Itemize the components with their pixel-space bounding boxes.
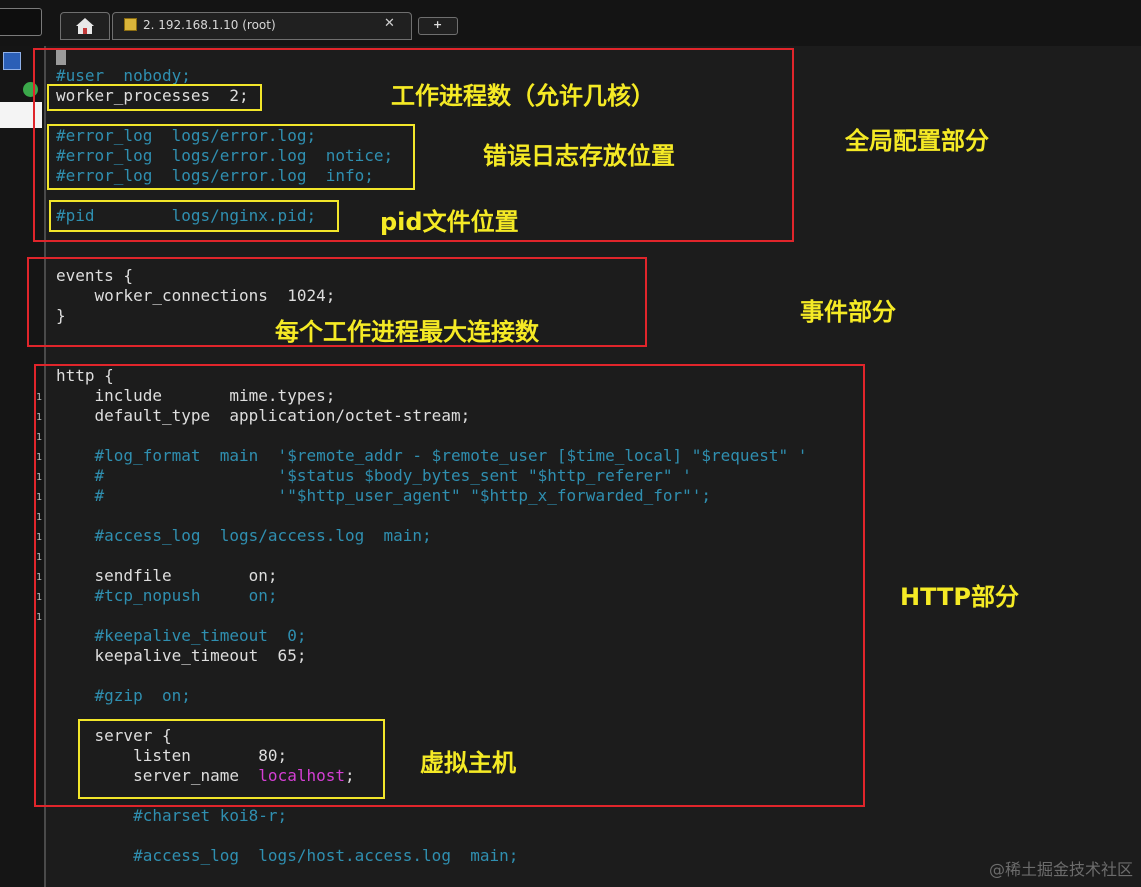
annotation-error-log: 错误日志存放位置 (483, 142, 675, 170)
tab-session-title: 2. 192.168.1.10 (root) (143, 18, 276, 32)
tab-home[interactable] (60, 12, 110, 40)
error-log-highlight (47, 124, 415, 190)
annotation-pid: pid文件位置 (380, 208, 519, 236)
annotation-server-block: 虚拟主机 (420, 749, 516, 777)
sidebar-app-icon[interactable] (3, 52, 21, 70)
pid-highlight (49, 200, 339, 232)
sidebar-toggle-frame[interactable] (0, 8, 42, 36)
annotation-global-section: 全局配置部分 (845, 127, 989, 155)
annotation-worker-processes: 工作进程数（允许几核） (391, 82, 655, 110)
code-line: #access_log logs/host.access.log main; (56, 846, 519, 865)
close-tab-icon[interactable]: ✕ (384, 16, 395, 31)
annotation-events-section: 事件部分 (800, 298, 896, 326)
annotation-worker-connections: 每个工作进程最大连接数 (275, 318, 539, 346)
watermark: @稀土掘金技术社区 (988, 860, 1133, 879)
annotation-http-section: HTTP部分 (900, 583, 1019, 611)
worker-processes-highlight (47, 84, 262, 111)
server-block-highlight (78, 719, 385, 799)
key-icon (124, 18, 137, 31)
code-line: #charset koi8-r; (56, 806, 288, 825)
home-icon (76, 18, 94, 34)
plus-icon: + (433, 18, 443, 31)
